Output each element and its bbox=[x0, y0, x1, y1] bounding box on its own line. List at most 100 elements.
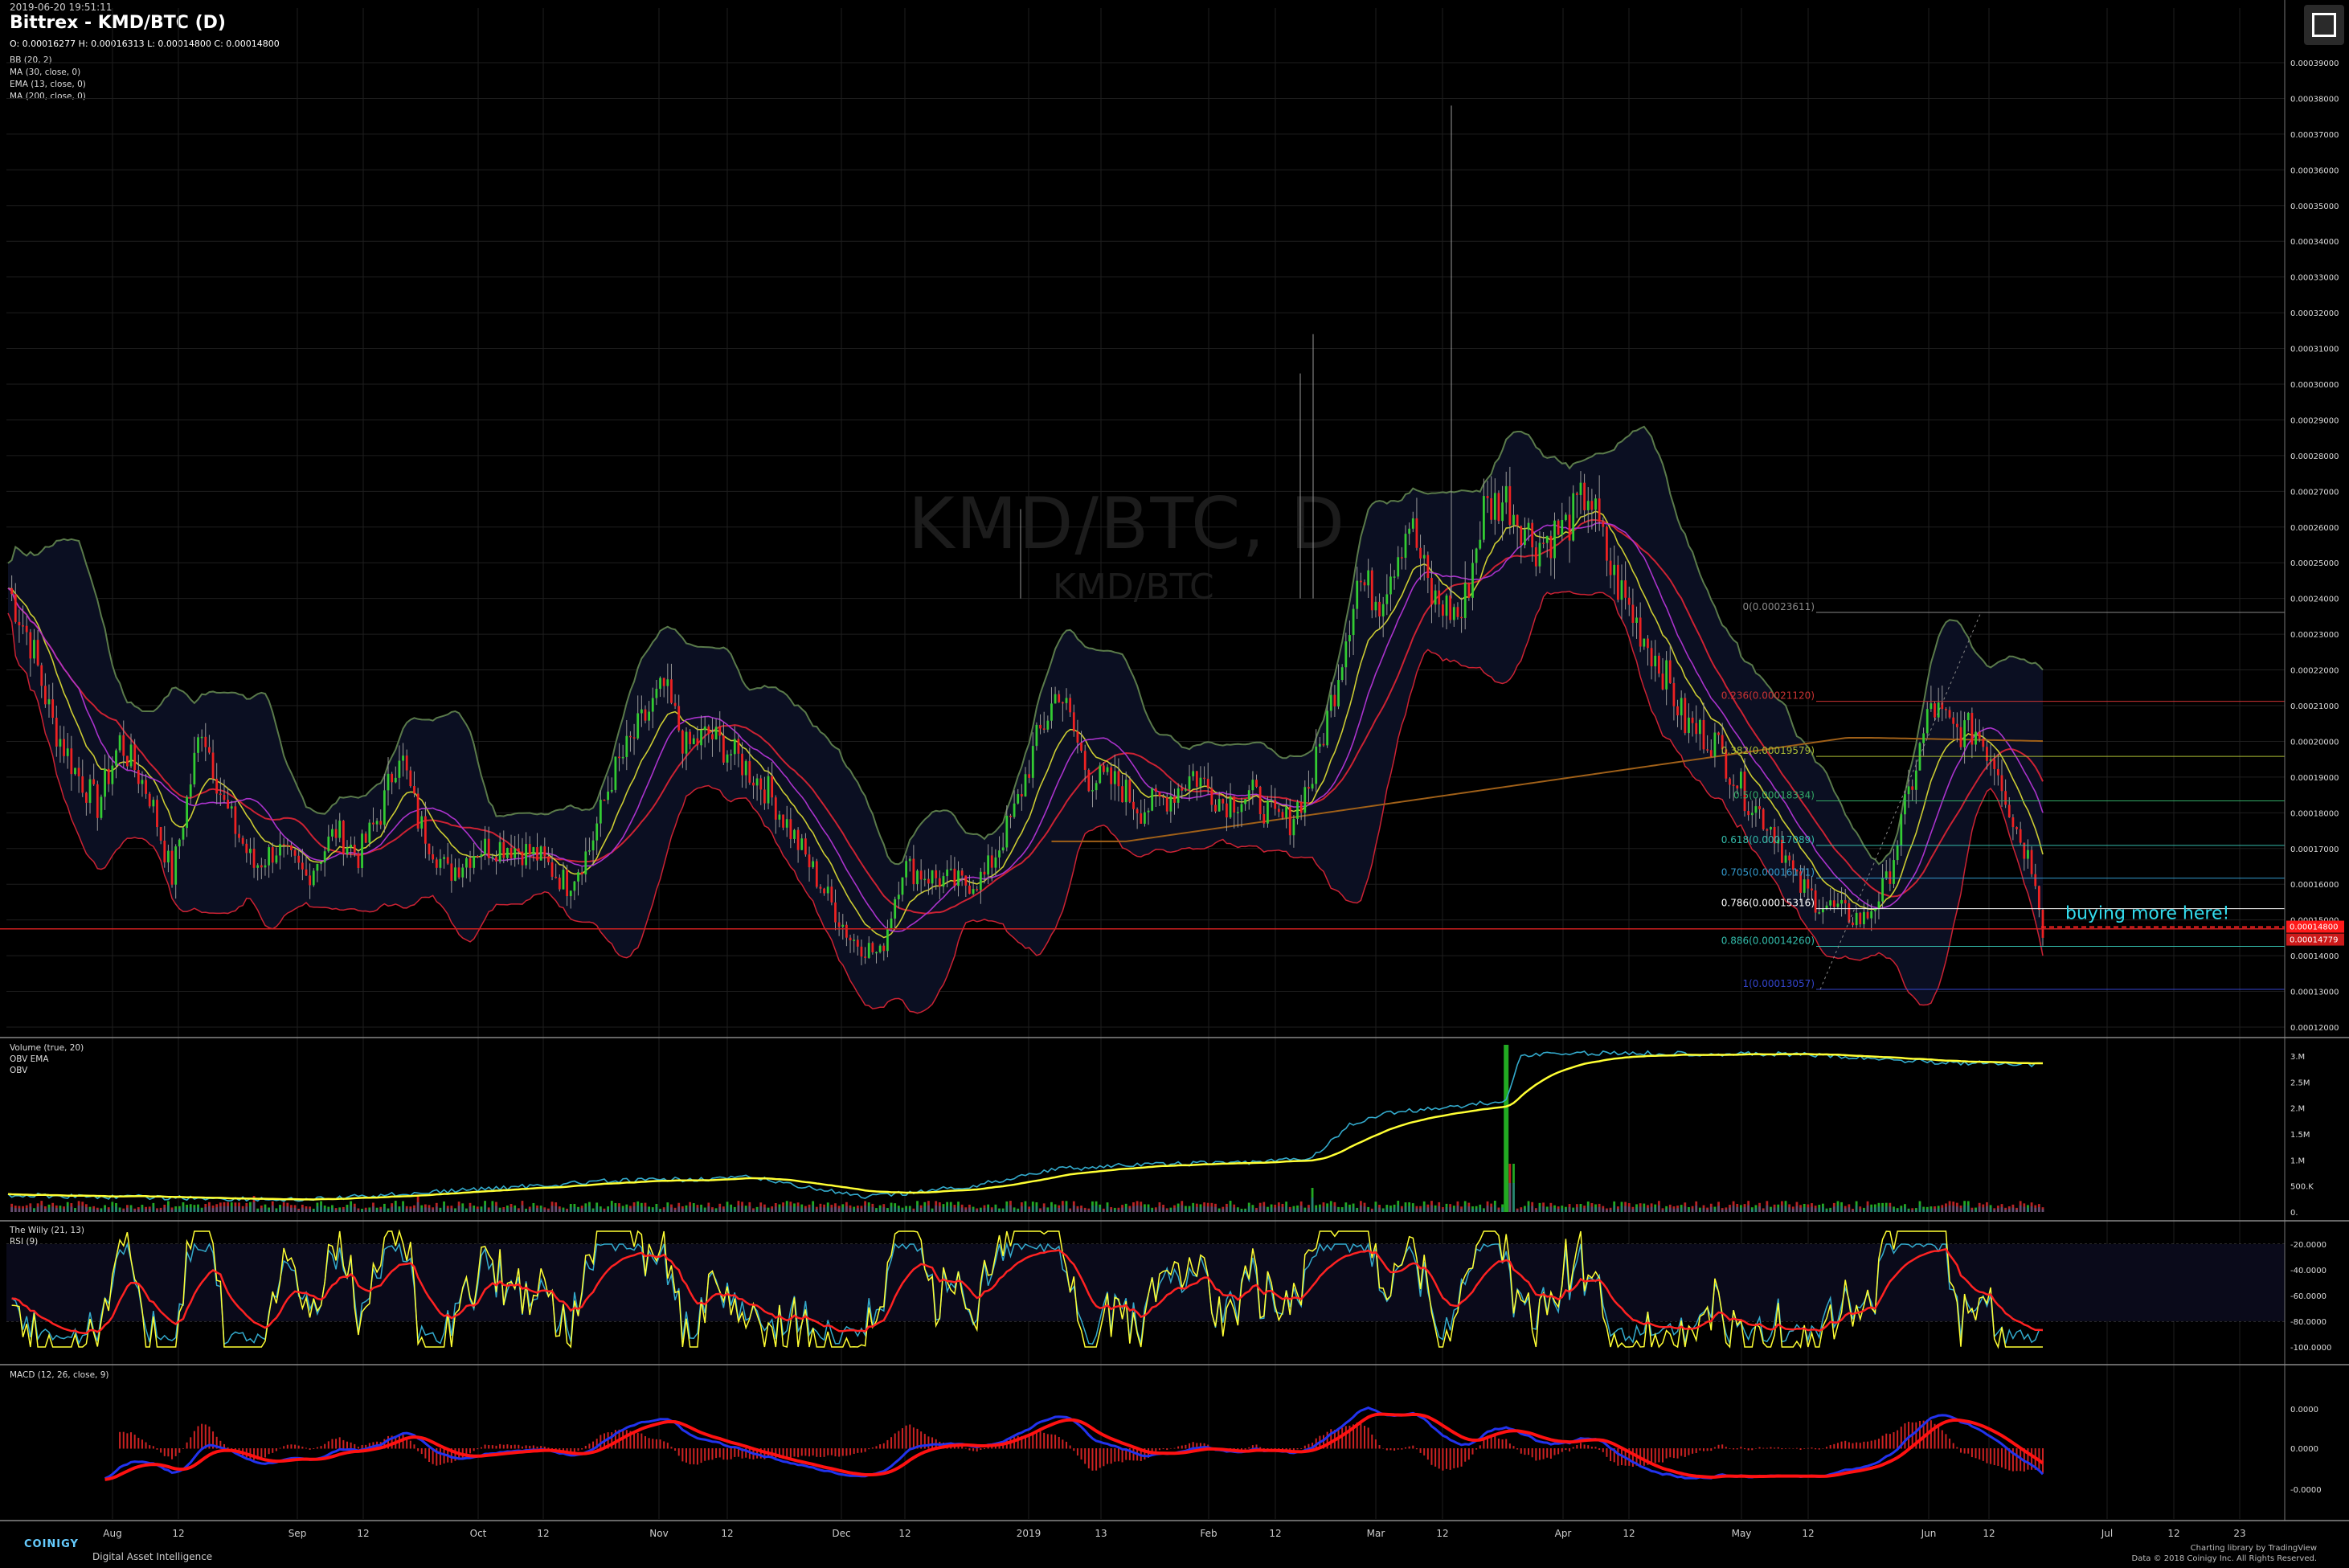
volume-ma-bar bbox=[1665, 1208, 1668, 1212]
volume-ma-bar bbox=[655, 1206, 658, 1212]
candle-body bbox=[1058, 694, 1061, 702]
candle-body bbox=[1766, 829, 1769, 831]
macd-label[interactable]: MACD (12, 26, close, 9) bbox=[10, 1369, 108, 1381]
macd-histogram-bar bbox=[726, 1448, 729, 1460]
volume-ma-bar bbox=[327, 1209, 330, 1212]
volume-label[interactable]: Volume (true, 20) bbox=[10, 1042, 84, 1054]
volume-ma-bar bbox=[1516, 1210, 1519, 1212]
candle-body bbox=[1370, 570, 1373, 611]
macd-histogram-bar bbox=[1840, 1441, 1843, 1449]
macd-histogram-bar bbox=[361, 1444, 363, 1449]
volume-ma-bar bbox=[170, 1209, 174, 1212]
candle-body bbox=[152, 800, 155, 807]
candle-body bbox=[1348, 635, 1351, 642]
volume-ma-bar bbox=[1385, 1207, 1389, 1212]
volume-ma-bar bbox=[1531, 1206, 1534, 1212]
volume-ma-bar bbox=[718, 1206, 722, 1212]
volume-ma-bar bbox=[1005, 1206, 1009, 1212]
candle-body bbox=[1210, 788, 1213, 805]
time-tick-label: 12 bbox=[357, 1528, 369, 1539]
willy-label[interactable]: The Willy (21, 13) bbox=[10, 1225, 84, 1236]
candle-body bbox=[387, 773, 390, 791]
volume-ma-bar bbox=[528, 1209, 531, 1212]
candle-body bbox=[983, 871, 986, 875]
macd-histogram-bar bbox=[1169, 1447, 1172, 1449]
volume-ma-bar bbox=[733, 1209, 736, 1212]
candle-body bbox=[293, 850, 297, 856]
volume-ma-bar bbox=[305, 1208, 308, 1212]
volume-ma-bar bbox=[1852, 1210, 1854, 1212]
rsi-label[interactable]: RSI (9) bbox=[10, 1236, 84, 1247]
volume-ma-bar bbox=[1203, 1206, 1205, 1212]
macd-histogram-bar bbox=[495, 1445, 497, 1449]
volume-ma-bar bbox=[595, 1206, 599, 1212]
volume-ma-bar bbox=[1524, 1208, 1526, 1212]
candle-body bbox=[446, 857, 449, 864]
macd-histogram-bar bbox=[1405, 1447, 1407, 1449]
candle-body bbox=[1277, 809, 1280, 813]
macd-histogram-bar bbox=[1367, 1427, 1369, 1449]
macd-histogram-bar bbox=[849, 1448, 852, 1455]
candle-body bbox=[1814, 890, 1817, 913]
volume-ma-bar bbox=[726, 1206, 729, 1212]
volume-ma-bar bbox=[1181, 1205, 1184, 1212]
volume-ma-bar bbox=[245, 1206, 248, 1212]
candle-body bbox=[305, 869, 308, 876]
candle-body bbox=[752, 782, 755, 786]
volume-ma-bar bbox=[1404, 1206, 1407, 1212]
tradingview-credit[interactable]: Charting library by TradingView bbox=[2132, 1543, 2317, 1554]
volume-ma-bar bbox=[223, 1206, 226, 1212]
macd-histogram-bar bbox=[1032, 1433, 1034, 1449]
volume-ma-bar bbox=[1721, 1210, 1724, 1212]
macd-histogram-bar bbox=[1680, 1448, 1683, 1456]
volume-ma-bar bbox=[1054, 1207, 1057, 1212]
candle-body bbox=[908, 858, 911, 862]
macd-histogram-bar bbox=[1822, 1448, 1824, 1449]
volume-ma-bar bbox=[297, 1210, 301, 1212]
macd-histogram-bar bbox=[167, 1448, 170, 1457]
macd-histogram-bar bbox=[286, 1444, 289, 1449]
volume-ma-bar bbox=[402, 1205, 404, 1212]
candle-body bbox=[63, 739, 65, 756]
obv-ema-label[interactable]: OBV EMA bbox=[10, 1054, 84, 1065]
volume-ma-bar bbox=[812, 1205, 815, 1212]
macd-histogram-bar bbox=[1531, 1448, 1533, 1458]
volume-ma-bar bbox=[2027, 1207, 2029, 1212]
volume-ma-bar bbox=[1732, 1205, 1735, 1212]
candle-body bbox=[1483, 496, 1485, 540]
volume-ma-bar bbox=[968, 1207, 971, 1212]
candle-body bbox=[66, 748, 69, 756]
macd-histogram-bar bbox=[1766, 1447, 1768, 1449]
macd-histogram-bar bbox=[1490, 1436, 1492, 1449]
price-chart[interactable]: 0(0.00023611)0.236(0.00021120)0.382(0.00… bbox=[0, 0, 2349, 1568]
volume-ma-bar bbox=[1031, 1206, 1034, 1212]
macd-histogram-bar bbox=[480, 1447, 482, 1449]
obv-label[interactable]: OBV bbox=[10, 1065, 84, 1076]
volume-ma-bar bbox=[66, 1206, 69, 1212]
candle-body bbox=[1836, 903, 1840, 907]
price-tick-label: 0.00028000 bbox=[2290, 452, 2339, 461]
macd-histogram-bar bbox=[1747, 1448, 1749, 1451]
volume-ma-bar bbox=[1512, 1183, 1515, 1212]
volume-ma-bar bbox=[14, 1208, 17, 1212]
volume-ma-bar bbox=[1996, 1208, 1999, 1212]
volume-ma-bar bbox=[1598, 1206, 1601, 1212]
macd-histogram-bar bbox=[707, 1448, 710, 1460]
macd-histogram-bar bbox=[927, 1436, 930, 1449]
candle-body bbox=[890, 918, 893, 929]
macd-histogram-bar bbox=[264, 1448, 266, 1458]
candle-body bbox=[1493, 493, 1496, 520]
candle-body bbox=[260, 865, 263, 868]
volume-ma-bar bbox=[92, 1208, 96, 1212]
macd-histogram-bar bbox=[1754, 1448, 1757, 1449]
candle-body bbox=[1508, 485, 1512, 526]
macd-histogram-bar bbox=[305, 1447, 307, 1449]
volume-ma-bar bbox=[983, 1207, 986, 1212]
macd-histogram-bar bbox=[1606, 1448, 1608, 1457]
macd-histogram-bar bbox=[1986, 1448, 1988, 1464]
candle-body bbox=[1039, 724, 1041, 729]
candle-body bbox=[990, 855, 993, 868]
volume-ma-bar bbox=[1389, 1208, 1392, 1212]
candle-body bbox=[189, 784, 192, 797]
coinigy-logo[interactable]: COINIGY bbox=[24, 1538, 79, 1550]
